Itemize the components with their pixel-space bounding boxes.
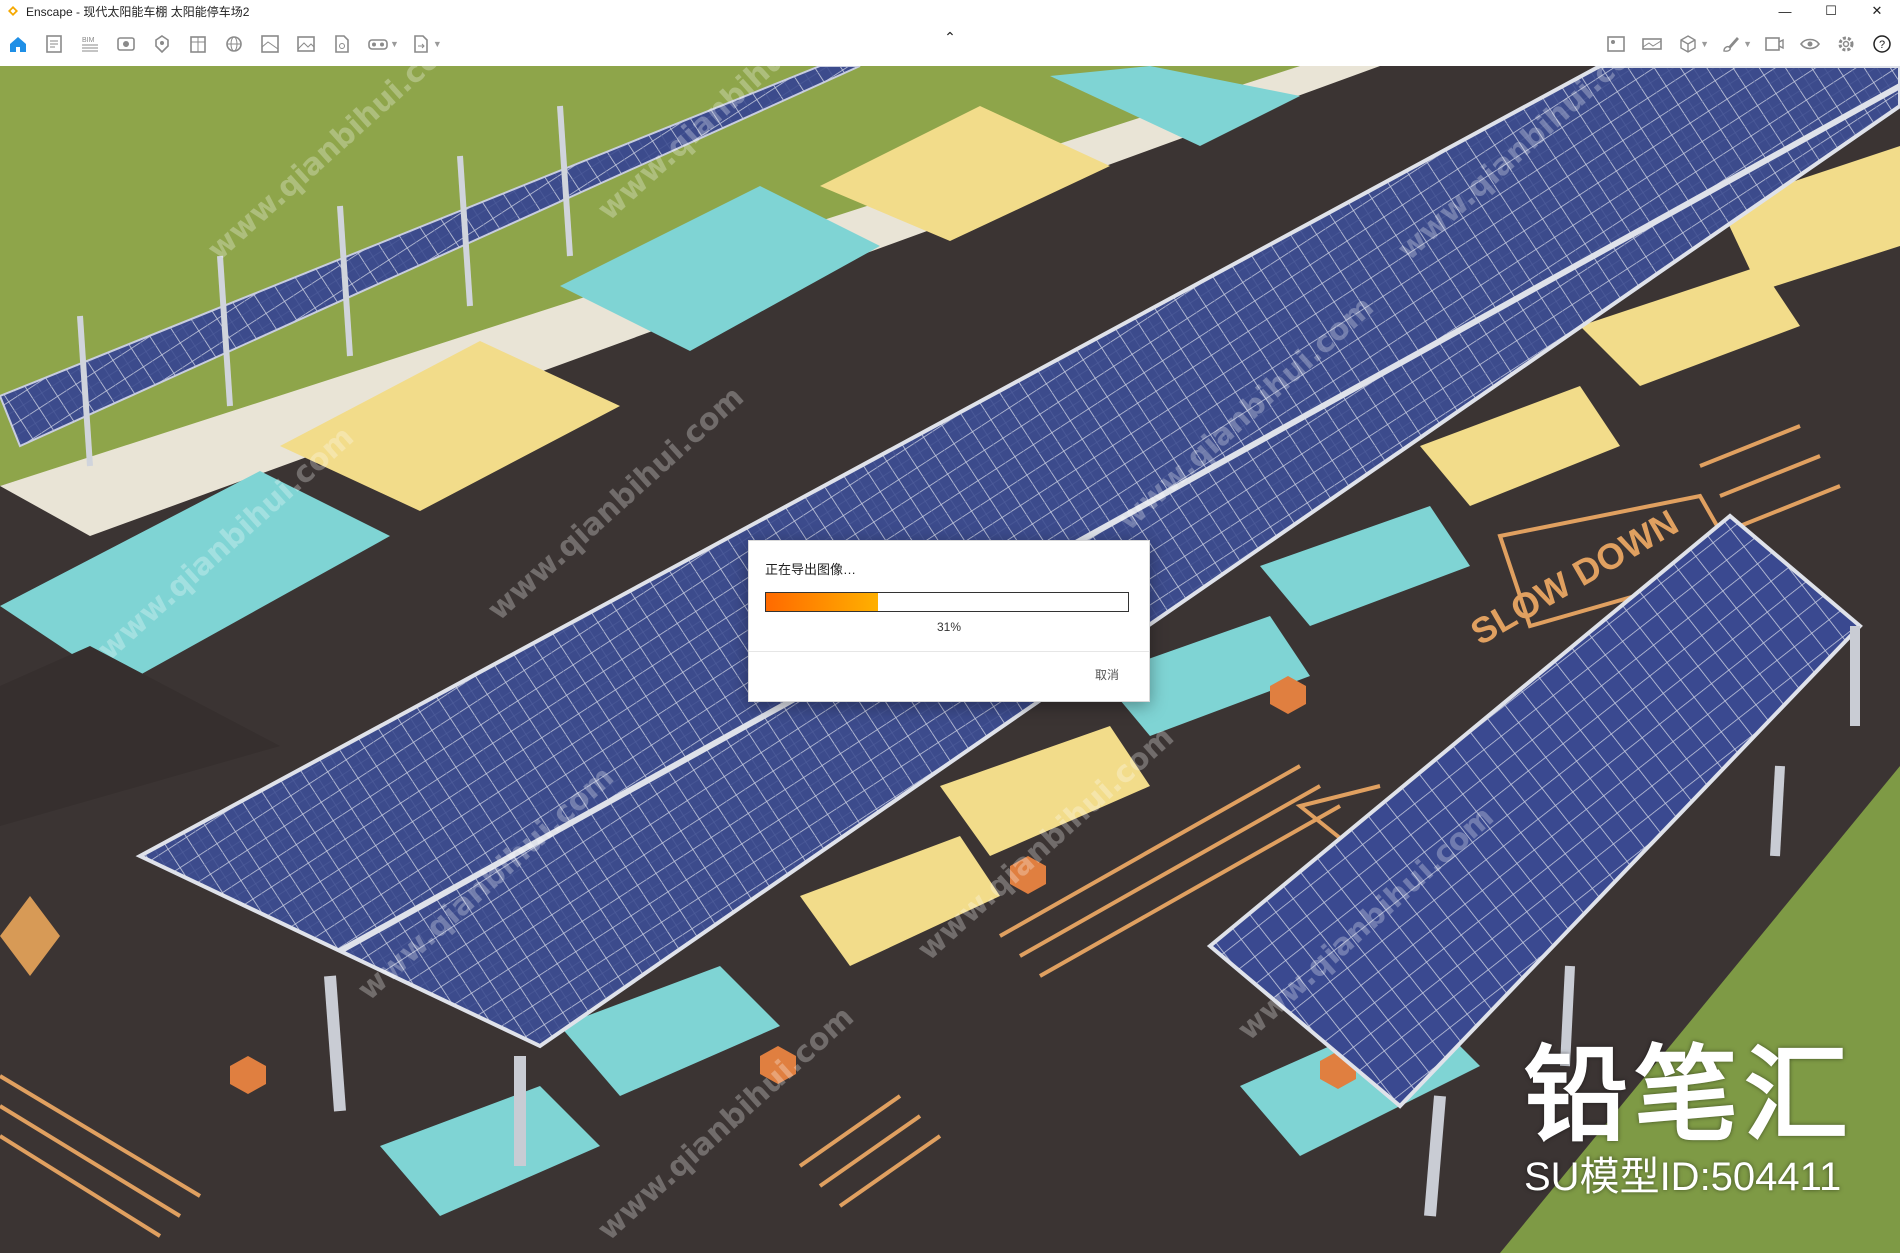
document-icon[interactable] <box>38 28 70 60</box>
help-icon[interactable]: ? <box>1866 28 1898 60</box>
cancel-button[interactable]: 取消 <box>1095 666 1119 683</box>
chevron-down-icon[interactable]: ▼ <box>390 39 399 49</box>
export-progress-dialog: 正在导出图像… 31% 取消 <box>748 540 1150 702</box>
visibility-icon[interactable] <box>1794 28 1826 60</box>
collapse-toolbar-button[interactable]: ⌃ <box>940 29 960 45</box>
model-id: SU模型ID:504411 <box>1524 1155 1842 1199</box>
close-button[interactable]: ✕ <box>1854 0 1900 22</box>
progress-bar <box>765 592 1129 612</box>
eye-icon[interactable] <box>110 28 142 60</box>
chevron-down-icon[interactable]: ▼ <box>433 39 442 49</box>
material-icon[interactable] <box>254 28 286 60</box>
minimize-button[interactable]: — <box>1762 0 1808 22</box>
building-icon[interactable] <box>182 28 214 60</box>
image-frame-icon[interactable] <box>1600 28 1632 60</box>
globe-icon[interactable] <box>218 28 250 60</box>
image-icon[interactable] <box>290 28 322 60</box>
gear-icon[interactable] <box>1830 28 1862 60</box>
progress-bar-fill <box>766 593 879 611</box>
help-glyph: ? <box>1879 39 1885 51</box>
bim-icon[interactable]: BIM <box>74 28 106 60</box>
chevron-down-icon[interactable]: ▼ <box>1743 39 1752 49</box>
settings-file-icon[interactable] <box>326 28 358 60</box>
bim-label: BIM <box>82 37 95 44</box>
brand-watermark: 铅笔汇 SU模型ID:504411 <box>1524 1040 1854 1200</box>
dialog-divider <box>749 651 1149 652</box>
window-title: Enscape - 现代太阳能车棚 太阳能停车场2 <box>26 4 250 19</box>
brand-name: 铅笔汇 <box>1524 1034 1855 1156</box>
capture-icon[interactable] <box>1758 28 1790 60</box>
chevron-down-icon[interactable]: ▼ <box>1700 39 1709 49</box>
dialog-title: 正在导出图像… <box>765 562 857 577</box>
title-bar: Enscape - 现代太阳能车棚 太阳能停车场2 — ☐ ✕ <box>0 0 1900 22</box>
progress-percent: 31% <box>936 620 962 634</box>
pin-icon[interactable] <box>146 28 178 60</box>
home-icon[interactable] <box>2 28 34 60</box>
panorama-icon[interactable] <box>1636 28 1668 60</box>
maximize-button[interactable]: ☐ <box>1808 0 1854 22</box>
enscape-logo-icon <box>8 6 18 16</box>
